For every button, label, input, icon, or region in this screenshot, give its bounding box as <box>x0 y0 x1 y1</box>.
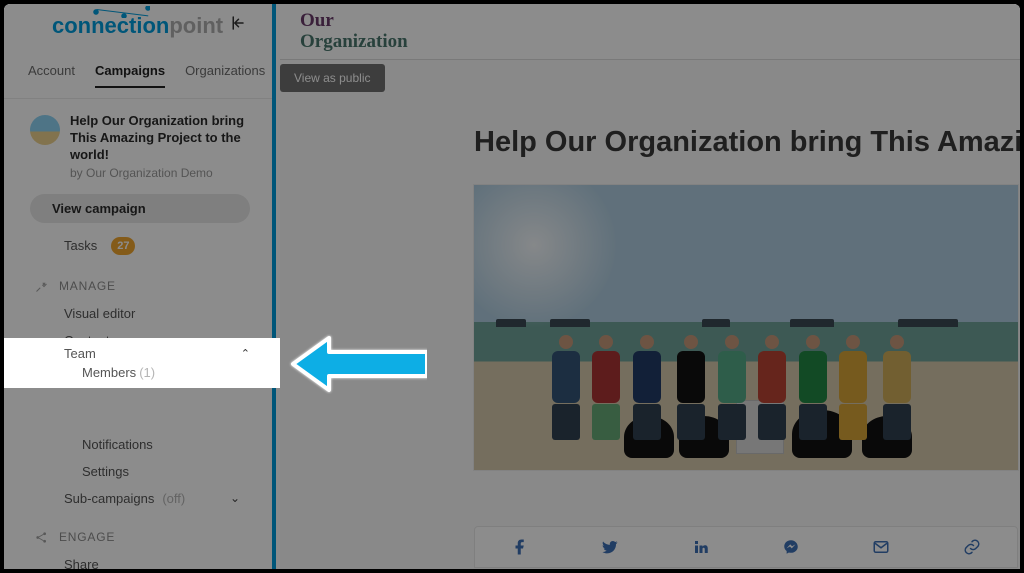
members-count: (1) <box>139 365 155 380</box>
nav-team[interactable]: Team ⌃ <box>4 344 280 363</box>
campaign-summary-byline: by Our Organization Demo <box>70 166 250 180</box>
nav-team-members[interactable]: Members (1) <box>4 363 280 382</box>
nav-sub-campaigns-label: Sub-campaigns <box>64 491 154 506</box>
share-link[interactable] <box>927 538 1017 556</box>
linkedin-icon <box>692 538 710 556</box>
nav-team-settings[interactable]: Settings <box>4 458 272 485</box>
campaign-summary-title: Help Our Organization bring This Amazing… <box>70 113 250 164</box>
campaign-hero-image <box>474 185 1018 470</box>
share-linkedin[interactable] <box>656 538 746 556</box>
facebook-icon <box>511 538 529 556</box>
top-tabs: Account Campaigns Organizations Enterpri… <box>4 41 272 99</box>
sub-campaigns-off: (off) <box>162 491 185 506</box>
collapse-panel-icon <box>228 14 246 32</box>
campaign-summary-text: Help Our Organization bring This Amazing… <box>70 113 250 180</box>
nav-share[interactable]: Share <box>4 551 272 569</box>
campaign-thumbnail <box>30 115 60 145</box>
section-manage-label: MANAGE <box>59 279 116 293</box>
brand-logo[interactable]: connectionpoint <box>52 15 223 37</box>
logo-row: connectionpoint <box>4 4 272 41</box>
nav-sub-campaigns[interactable]: Sub-campaigns (off) ⌄ <box>4 485 272 512</box>
link-icon <box>963 538 981 556</box>
tools-icon <box>34 279 49 294</box>
nav-tasks-label: Tasks <box>64 238 97 253</box>
hero-people <box>544 310 948 440</box>
section-manage: MANAGE <box>4 261 272 300</box>
tasks-count-badge: 27 <box>111 237 135 255</box>
tab-account[interactable]: Account <box>28 63 75 88</box>
campaign-title: Help Our Organization bring This Amazing… <box>474 126 1020 159</box>
share-twitter[interactable] <box>565 538 655 556</box>
campaign-card: Help Our Organization bring This Amazing… <box>474 126 1020 470</box>
share-bar <box>474 526 1018 568</box>
email-icon <box>872 538 890 556</box>
nav-tasks[interactable]: Tasks 27 <box>4 231 272 261</box>
messenger-icon <box>782 538 800 556</box>
chevron-down-icon: ⌄ <box>230 491 240 505</box>
brand-word-2: point <box>169 13 223 38</box>
sidebar: connectionpoint Account Campaigns Organi… <box>4 4 276 569</box>
collapse-sidebar-button[interactable] <box>228 14 246 37</box>
app-frame: connectionpoint Account Campaigns Organi… <box>4 4 1020 569</box>
view-campaign-row: View campaign <box>4 194 272 229</box>
chevron-up-icon: ⌃ <box>241 347 250 360</box>
main-panel: Help Our Organization bring This Amazing… <box>280 60 1020 569</box>
share-messenger[interactable] <box>746 538 836 556</box>
section-engage-label: ENGAGE <box>59 530 115 544</box>
twitter-icon <box>601 538 619 556</box>
org-title: Our Organization <box>300 11 408 52</box>
share-email[interactable] <box>836 538 926 556</box>
org-title-line1: Our <box>300 11 408 32</box>
side-nav: Tasks 27 MANAGE Visual editor Content ⌄ … <box>4 229 272 569</box>
campaign-summary[interactable]: Help Our Organization bring This Amazing… <box>4 113 272 194</box>
share-nodes-icon <box>34 530 49 545</box>
nav-visual-editor[interactable]: Visual editor <box>4 300 272 327</box>
view-campaign-button[interactable]: View campaign <box>30 194 250 223</box>
nav-team-members-label: Members <box>82 365 136 380</box>
section-engage: ENGAGE <box>4 512 272 551</box>
nav-team-notifications[interactable]: Notifications <box>4 431 272 458</box>
brand-word-1: connection <box>52 13 169 38</box>
nav-team-label: Team <box>64 346 96 361</box>
share-facebook[interactable] <box>475 538 565 556</box>
view-as-public-button[interactable]: View as public <box>280 64 385 92</box>
org-title-line2: Organization <box>300 32 408 53</box>
tab-campaigns[interactable]: Campaigns <box>95 63 165 88</box>
highlight-team-section: Team ⌃ Members (1) <box>4 338 280 388</box>
page-top-bar: Our Organization <box>280 4 1020 60</box>
tab-organizations[interactable]: Organizations <box>185 63 265 88</box>
team-placeholder <box>4 381 272 431</box>
